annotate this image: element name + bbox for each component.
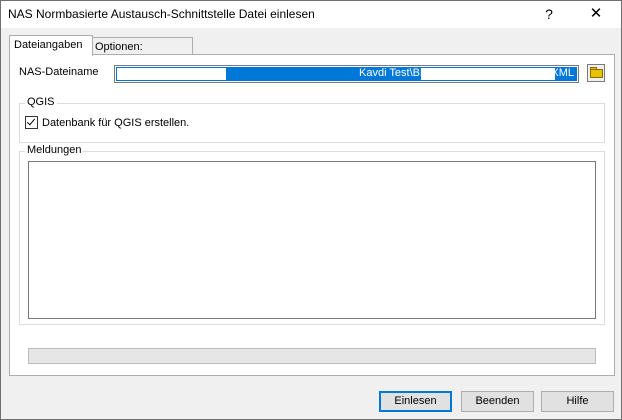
messages-textarea[interactable]: [28, 161, 596, 319]
help-icon[interactable]: ?: [534, 4, 564, 24]
progress-bar: [28, 348, 596, 364]
qgis-group-title: QGIS: [25, 96, 57, 108]
nas-filename-label: NAS-Dateiname: [19, 66, 99, 78]
title-bar: NAS Normbasierte Austausch-Schnittstelle…: [1, 1, 621, 28]
checkmark-icon: [26, 116, 36, 126]
messages-group-title: Meldungen: [25, 144, 84, 156]
import-button[interactable]: Einlesen: [379, 391, 452, 412]
qgis-database-label: Datenbank für QGIS erstellen.: [42, 117, 190, 129]
exit-button[interactable]: Beenden: [461, 391, 534, 412]
tab-dateiangaben[interactable]: Dateiangaben: [9, 35, 93, 56]
help-button[interactable]: Hilfe: [541, 391, 614, 412]
redaction-mask: [421, 68, 555, 80]
nas-filename-input[interactable]: Kavdi Test\BENUTZUNGSERGEBNIS .XML: [114, 65, 579, 83]
close-icon[interactable]: ✕: [581, 4, 611, 24]
dialog-window: NAS Normbasierte Austausch-Schnittstelle…: [0, 0, 622, 420]
qgis-database-checkbox[interactable]: [25, 116, 38, 129]
redaction-mask: [117, 68, 226, 80]
window-title: NAS Normbasierte Austausch-Schnittstelle…: [8, 7, 315, 21]
browse-file-button[interactable]: [587, 64, 605, 82]
